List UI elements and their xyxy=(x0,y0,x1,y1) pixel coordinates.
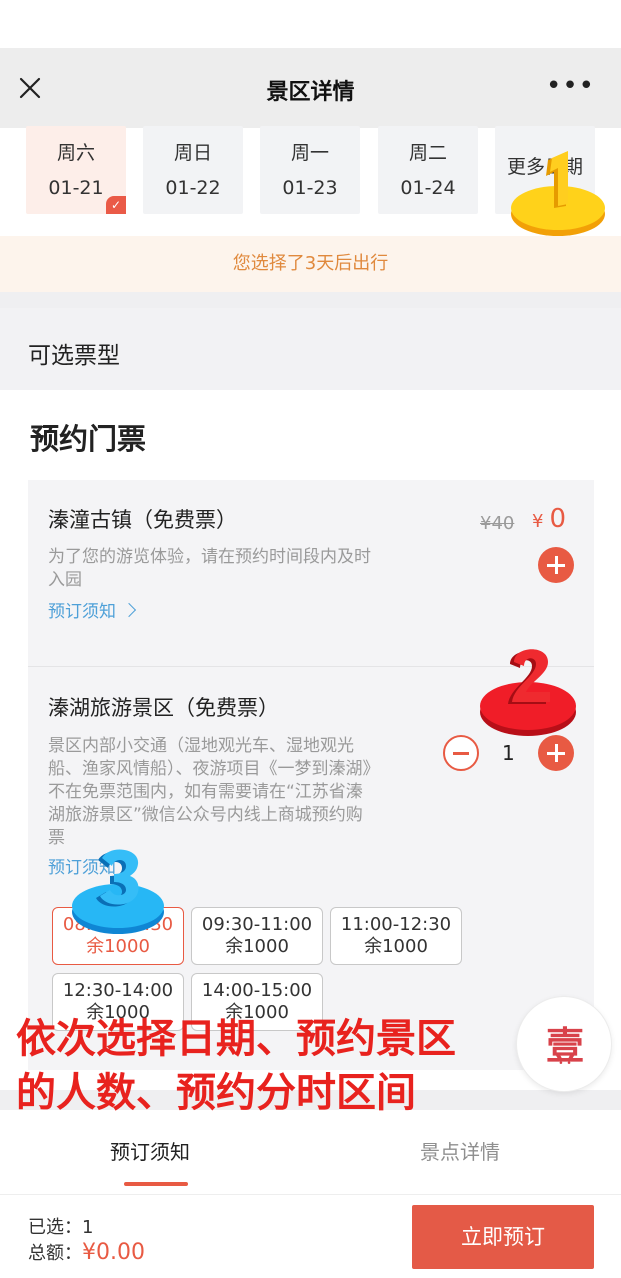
date-card[interactable]: 周二 01-24 xyxy=(378,126,478,214)
instruction-overlay: 依次选择日期、预约景区的人数、预约分时区间 xyxy=(16,1016,456,1116)
tab-spot-details[interactable]: 景点详情 xyxy=(420,1136,500,1165)
ticket-desc: 景区内部小交通（湿地观光车、湿地观光船、渔家风情船）、夜游项目《一梦到溱湖》不在… xyxy=(48,736,371,848)
date-day: 01-22 xyxy=(165,177,221,199)
total-label: 总额： xyxy=(28,1243,82,1264)
slot-remain: 余1000 xyxy=(225,936,289,957)
section-title: 可选票型 xyxy=(28,343,120,369)
date-day: 01-24 xyxy=(400,177,456,199)
tab-booking-notice[interactable]: 预订须知 xyxy=(110,1136,190,1165)
date-weekday: 周六 xyxy=(56,142,95,164)
slot-remain: 余1000 xyxy=(86,936,150,957)
step-marker-2-icon xyxy=(480,649,576,736)
quantity-value: 1 xyxy=(502,741,515,765)
ticket-desc: 为了您的游览体验，请在预约时间段内及时入园 xyxy=(48,547,371,590)
decrease-button[interactable] xyxy=(443,735,479,771)
date-card[interactable]: 周六 01-21 ✓ xyxy=(26,126,126,214)
step-marker-1-icon xyxy=(511,151,605,236)
date-card[interactable]: 周日 01-22 xyxy=(143,126,243,214)
ticket-type-header: 可选票型 xyxy=(0,308,621,390)
nav-bar: 景区详情 ••• xyxy=(0,48,621,128)
slot-remain: 余1000 xyxy=(364,936,428,957)
divider xyxy=(0,292,621,308)
logo-mark: • • xyxy=(558,1059,572,1069)
date-day: 01-23 xyxy=(282,177,338,199)
floating-logo-button[interactable]: 壹 • • xyxy=(516,996,612,1092)
date-weekday: 周一 xyxy=(290,142,329,164)
status-bar xyxy=(0,0,621,48)
travel-notice: 您选择了3天后出行 xyxy=(0,236,621,292)
booking-title: 预约门票 xyxy=(30,422,147,456)
selected-label: 已选： xyxy=(28,1217,82,1238)
more-icon[interactable]: ••• xyxy=(546,73,595,99)
add-button[interactable] xyxy=(538,547,574,583)
check-icon: ✓ xyxy=(106,196,126,214)
tab-bar: 预订须知 景点详情 xyxy=(0,1110,621,1190)
total-amount: ¥0.00 xyxy=(82,1240,145,1265)
ticket-name: 溱湖旅游景区（免费票） xyxy=(48,696,279,720)
link-label: 预订须知 xyxy=(48,602,116,622)
date-weekday: 周日 xyxy=(173,142,212,164)
time-slot[interactable]: 11:00-12:30 余1000 xyxy=(330,907,462,965)
time-slot[interactable]: 09:30-11:00 余1000 xyxy=(191,907,323,965)
currency-symbol: ¥ xyxy=(532,511,544,532)
current-price: ¥0 xyxy=(532,504,566,534)
selected-count: 已选：1 xyxy=(28,1213,93,1239)
date-weekday: 周二 xyxy=(408,142,447,164)
chevron-right-icon xyxy=(121,602,137,618)
increase-button[interactable] xyxy=(538,735,574,771)
page-title: 景区详情 xyxy=(266,80,355,105)
original-price: ¥40 xyxy=(480,513,515,534)
selected-value: 1 xyxy=(82,1217,94,1238)
tab-indicator xyxy=(124,1182,188,1186)
slot-time: 14:00-15:00 xyxy=(201,980,313,1001)
bottom-bar: 已选：1 总额：¥0.00 立即预订 xyxy=(0,1194,621,1278)
slot-time: 12:30-14:00 xyxy=(62,980,174,1001)
book-now-button[interactable]: 立即预订 xyxy=(412,1205,594,1269)
booking-notice-link[interactable]: 预订须知 xyxy=(48,597,137,622)
price-value: 0 xyxy=(549,504,566,534)
ticket-name: 溱潼古镇（免费票） xyxy=(48,508,237,532)
total: 总额：¥0.00 xyxy=(28,1239,145,1265)
date-card[interactable]: 周一 01-23 xyxy=(260,126,360,214)
slot-time: 11:00-12:30 xyxy=(340,914,452,935)
slot-time: 09:30-11:00 xyxy=(201,914,313,935)
step-marker-3-icon xyxy=(72,849,164,934)
